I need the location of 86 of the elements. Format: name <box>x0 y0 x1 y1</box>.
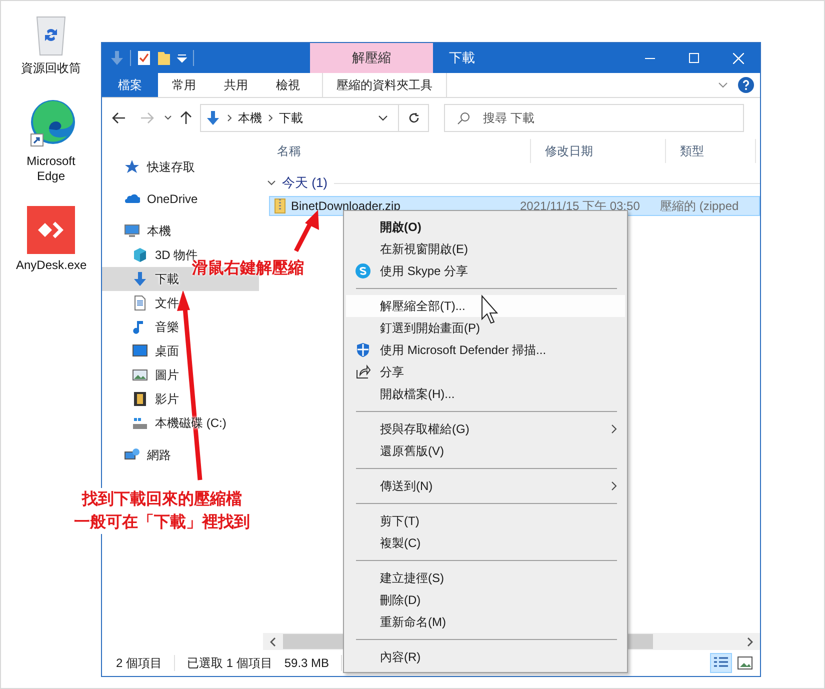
share-icon <box>355 364 371 380</box>
menu-item[interactable]: 開啟(O) <box>346 216 625 238</box>
nav-item[interactable]: 文件 <box>102 291 259 315</box>
close-icon <box>732 52 744 64</box>
shield-icon <box>355 342 371 358</box>
menu-item[interactable]: 傳送到(N) <box>346 475 625 497</box>
annotation-overlay: 找到下載回來的壓縮檔 一般可在「下載」裡找到 <box>74 488 250 534</box>
chevron-down-icon[interactable] <box>378 115 388 121</box>
back-arrow-icon[interactable] <box>112 112 126 124</box>
document-icon <box>132 295 148 311</box>
caret-icon[interactable] <box>177 53 187 63</box>
desktop-icon-label[interactable]: AnyDesk.exe <box>16 258 86 273</box>
breadcrumb[interactable]: 本機 <box>238 110 262 126</box>
nav-item[interactable]: 音樂 <box>102 315 259 339</box>
download-icon <box>205 110 221 126</box>
ribbon-tab[interactable]: 共用 <box>210 73 262 97</box>
up-arrow-icon[interactable] <box>180 111 192 125</box>
ribbon-tab[interactable]: 檢視 <box>262 73 314 97</box>
chevron-down-icon[interactable] <box>164 115 172 121</box>
zip-folder-icon <box>274 198 286 214</box>
menu-item[interactable]: 內容(R) <box>346 646 625 668</box>
maximize-icon <box>689 53 699 63</box>
nav-item[interactable]: 桌面 <box>102 339 259 363</box>
selection-size: 59.3 MB <box>284 656 330 670</box>
menu-item[interactable]: 開啟檔案(H)... <box>346 383 625 405</box>
menu-item[interactable]: 使用 Microsoft Defender 掃描... <box>346 339 625 361</box>
menu-item[interactable]: 複製(C) <box>346 532 625 554</box>
annotation-arrow <box>294 210 319 252</box>
menu-item[interactable]: 使用 Skype 分享 <box>346 260 625 282</box>
help-icon[interactable] <box>738 77 754 93</box>
view-button[interactable] <box>710 653 732 673</box>
file-type: 壓縮的 (zipped <box>660 198 740 214</box>
nav-item[interactable]: 圖片 <box>102 363 259 387</box>
chevron-down-icon[interactable] <box>267 180 276 186</box>
item-count: 2 個項目 <box>116 654 162 672</box>
menu-item[interactable]: 解壓縮全部(T)... <box>346 295 625 317</box>
column-header[interactable]: 修改日期 <box>531 139 666 163</box>
star-icon <box>124 159 140 175</box>
refresh-icon <box>408 112 420 124</box>
skype-icon <box>355 263 371 279</box>
window-title: 下載 <box>449 49 476 67</box>
remote-desktop-icon <box>27 206 75 254</box>
nav-item[interactable]: 網路 <box>102 443 259 467</box>
file-name: BinetDownloader.zip <box>291 199 400 213</box>
group-header[interactable]: 今天 (1) <box>282 174 328 192</box>
details-view-icon <box>713 656 729 670</box>
chevron-right-icon <box>268 114 273 122</box>
menu-item[interactable]: 在新視窗開啟(E) <box>346 238 625 260</box>
nav-item[interactable]: 影片 <box>102 387 259 411</box>
menu-item[interactable]: 建立捷徑(S) <box>346 567 625 589</box>
picture-icon <box>132 367 148 383</box>
cursor-icon <box>482 294 498 324</box>
menu-item[interactable]: 重新命名(M) <box>346 611 625 633</box>
drive-icon <box>132 415 148 431</box>
folder-icon[interactable] <box>157 50 171 66</box>
nav-item[interactable]: 本機 <box>102 219 259 243</box>
recycle-bin-icon <box>34 15 68 57</box>
column-header[interactable]: 名稱 <box>263 139 531 163</box>
desktop-icon-label[interactable]: 資源回收筒 <box>16 61 86 76</box>
ribbon-tab[interactable]: 常用 <box>158 73 210 97</box>
breadcrumb[interactable]: 下載 <box>279 110 303 126</box>
search-icon <box>457 112 470 125</box>
menu-item[interactable]: 分享 <box>346 361 625 383</box>
menu-item[interactable]: 還原舊版(V) <box>346 440 625 462</box>
selection-info: 已選取 1 個項目 <box>187 654 272 672</box>
download-icon <box>132 271 148 287</box>
checklist-icon[interactable] <box>137 50 151 66</box>
cube-icon <box>132 247 148 263</box>
large-icons-view-icon <box>737 656 753 670</box>
nav-item[interactable]: 快速存取 <box>102 155 259 179</box>
nav-item[interactable]: OneDrive <box>102 187 259 211</box>
chevron-right-icon <box>227 114 232 122</box>
menu-item[interactable]: 剪下(T) <box>346 510 625 532</box>
search-field[interactable]: 搜尋 下載 <box>444 104 744 132</box>
ribbon-tab[interactable]: 檔案 <box>102 73 158 97</box>
address-bar[interactable]: 本機 下載 <box>200 104 429 132</box>
ribbon-tab[interactable]: 壓縮的資料夾工具 <box>322 73 447 97</box>
menu-item[interactable]: 授與存取權給(G) <box>346 418 625 440</box>
desktop-icon <box>132 343 148 359</box>
column-header[interactable]: 類型 <box>666 139 756 163</box>
contextual-tab-header: 解壓縮 <box>310 43 433 73</box>
desktop-icon-label[interactable]: Microsoft Edge <box>16 154 86 184</box>
menu-item[interactable]: 刪除(D) <box>346 589 625 611</box>
film-icon <box>132 391 148 407</box>
monitor-icon <box>124 223 140 239</box>
menu-item[interactable]: 釘選到開始畫面(P) <box>346 317 625 339</box>
